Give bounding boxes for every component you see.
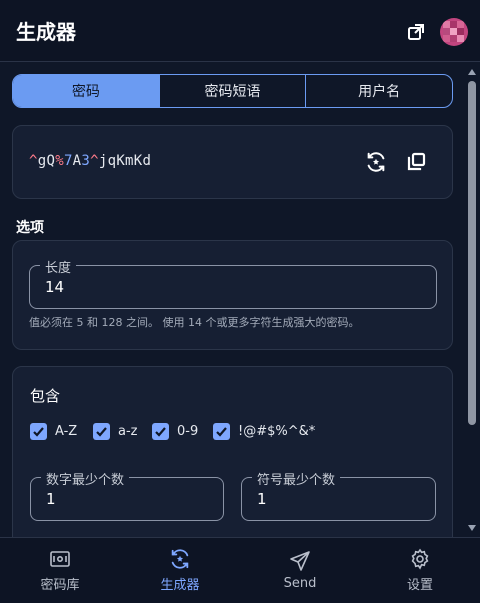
header: 生成器 (0, 0, 480, 62)
checkbox-uppercase[interactable]: A-Z (30, 423, 77, 440)
tab-username[interactable]: 用户名 (305, 75, 452, 107)
checkbox-numbers[interactable]: 0-9 (152, 423, 198, 440)
checkbox-checked-icon[interactable] (152, 423, 169, 440)
length-value[interactable]: 14 (45, 278, 64, 296)
generated-password-card: ^gQ%7A3^jqKmKd (12, 125, 453, 199)
nav-label-settings: 设置 (406, 578, 433, 593)
tab-password[interactable]: 密码 (13, 75, 159, 107)
length-card: 长度 14 值必须在 5 和 128 之间。 使用 14 个或更多字符生成强大的… (12, 240, 453, 350)
nav-item-send[interactable]: Send (240, 538, 360, 603)
length-label: 长度 (40, 257, 77, 276)
min-numbers-label: 数字最少个数 (41, 469, 130, 488)
send-icon (290, 551, 310, 571)
password-segment: jqKmKd (98, 153, 152, 169)
checkbox-uppercase-label: A-Z (55, 424, 78, 439)
password-segment: 7 (63, 153, 73, 169)
scroll-down-icon[interactable] (468, 525, 476, 531)
page-title: 生成器 (16, 20, 76, 44)
min-special-field[interactable]: 符号最少个数 1 (241, 469, 436, 521)
password-segment: ^ (29, 153, 38, 169)
nav-label-generator: 生成器 (160, 578, 200, 593)
generated-password: ^gQ%7A3^jqKmKd (29, 153, 151, 169)
checkbox-special-label: !@#$%^&* (238, 424, 316, 439)
scroll-up-icon[interactable] (468, 69, 476, 75)
min-numbers-field[interactable]: 数字最少个数 1 (30, 469, 224, 521)
checkbox-checked-icon[interactable] (213, 423, 230, 440)
length-hint: 值必须在 5 和 128 之间。 使用 14 个或更多字符生成强大的密码。 (29, 316, 360, 329)
vault-icon (50, 551, 70, 567)
password-segment: 3 (81, 153, 91, 169)
copy-icon[interactable] (403, 149, 429, 175)
checkbox-numbers-label: 0-9 (177, 424, 199, 439)
checkbox-lowercase[interactable]: a-z (93, 423, 137, 440)
scrollbar[interactable] (464, 63, 480, 537)
password-segment: gQ (37, 153, 56, 169)
bottom-nav: 密码库 生成器 Send 设置 (0, 537, 480, 603)
avatar[interactable] (440, 18, 468, 46)
checkbox-special[interactable]: !@#$%^&* (213, 423, 315, 440)
nav-item-vault[interactable]: 密码库 (0, 538, 120, 603)
password-segment: ^ (90, 153, 99, 169)
popout-icon[interactable] (406, 22, 426, 42)
settings-icon (411, 548, 429, 570)
scrollbar-thumb[interactable] (468, 81, 476, 425)
min-special-label: 符号最少个数 (252, 469, 341, 488)
min-numbers-value[interactable]: 1 (46, 490, 56, 508)
options-section-label: 选项 (16, 220, 44, 236)
nav-item-generator[interactable]: 生成器 (120, 538, 240, 603)
password-segment: % (55, 153, 64, 169)
tab-passphrase[interactable]: 密码短语 (158, 75, 306, 107)
regenerate-icon[interactable] (363, 149, 389, 175)
length-field[interactable]: 长度 14 (29, 257, 437, 309)
generator-icon (171, 549, 189, 569)
nav-label-send: Send (283, 576, 317, 591)
min-special-value[interactable]: 1 (257, 490, 267, 508)
include-card: 包含 A-Z a-z 0-9 !@#$%^&* 数字最少个数 1 符号最少个数 … (12, 366, 453, 537)
nav-item-settings[interactable]: 设置 (360, 538, 480, 603)
include-title: 包含 (30, 387, 61, 405)
checkbox-checked-icon[interactable] (30, 423, 47, 440)
checkbox-lowercase-label: a-z (118, 424, 138, 439)
nav-label-vault: 密码库 (40, 578, 80, 593)
generator-content: 密码 密码短语 用户名 ^gQ%7A3^jqKmKd 选项 长度 14 值必须在… (0, 63, 464, 537)
checkbox-checked-icon[interactable] (93, 423, 110, 440)
generator-type-tabs: 密码 密码短语 用户名 (12, 74, 453, 108)
